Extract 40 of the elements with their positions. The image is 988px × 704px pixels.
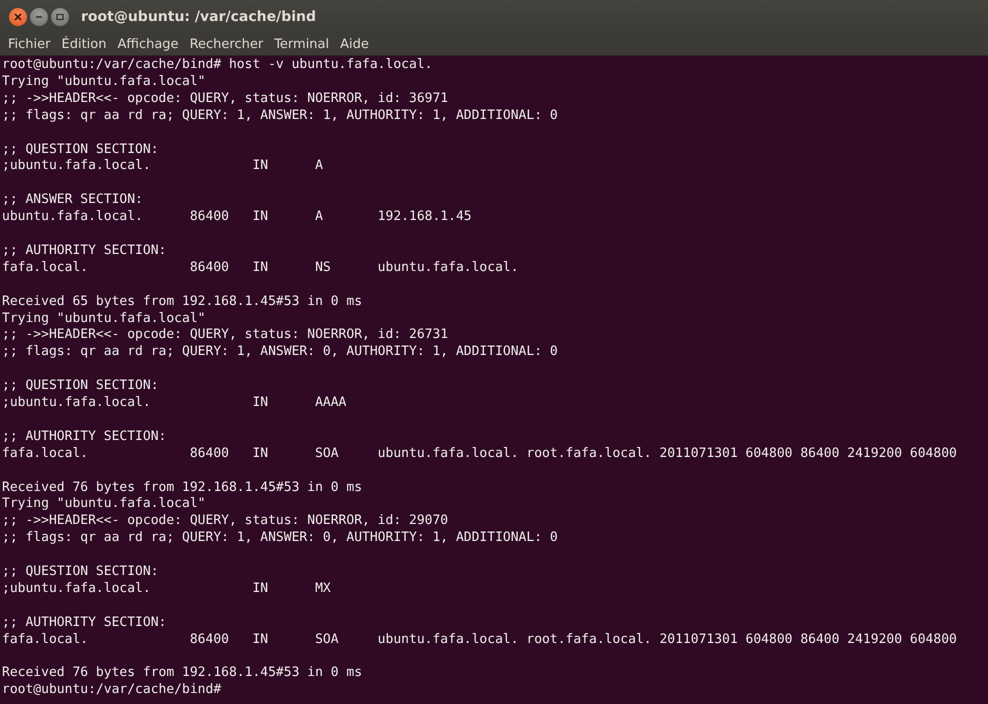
window-title: root@ubuntu: /var/cache/bind xyxy=(81,8,316,24)
terminal-line: Received 76 bytes from 192.168.1.45#53 in 0 ms xyxy=(2,665,362,682)
close-icon xyxy=(14,12,22,20)
menu-item[interactable]: Édition xyxy=(62,36,106,52)
terminal-line: root@ubuntu:/var/cache/bind# xyxy=(2,682,222,700)
terminal-line: ;; QUESTION SECTION: xyxy=(2,378,159,396)
terminal-line: fafa.local. 86400 IN SOA ubuntu.fafa.local. root.fafa.local. 2011071301 604800 86400 2419200 604800 xyxy=(2,446,957,463)
terminal-line: Trying "ubuntu.fafa.local" xyxy=(2,496,206,514)
terminal-line: ;; ANSWER SECTION: xyxy=(2,192,143,210)
terminal-line: ;; QUESTION SECTION: xyxy=(2,142,159,158)
terminal-line: root@ubuntu:/var/cache/bind# host -v ubuntu.fafa.local. xyxy=(2,57,432,74)
terminal-line: Received 76 bytes from 192.168.1.45#53 in 0 ms xyxy=(2,480,362,496)
terminal-line: fafa.local. 86400 IN SOA ubuntu.fafa.local. root.fafa.local. 2011071301 604800 86400 2419200 604800 xyxy=(2,632,957,649)
terminal-line: Received 65 bytes from 192.168.1.45#53 in 0 ms xyxy=(2,294,362,311)
maximize-icon xyxy=(56,12,64,20)
menu-item[interactable]: Aide xyxy=(340,36,369,52)
terminal-line: ;; flags: qr aa rd ra; QUERY: 1, ANSWER: 0, AUTHORITY: 1, ADDITIONAL: 0 xyxy=(2,344,558,362)
terminal-line: ;; flags: qr aa rd ra; QUERY: 1, ANSWER: 1, AUTHORITY: 1, ADDITIONAL: 0 xyxy=(2,108,558,125)
terminal-line: Trying "ubuntu.fafa.local" xyxy=(2,74,206,91)
terminal-line: ;; flags: qr aa rd ra; QUERY: 1, ANSWER: 0, AUTHORITY: 1, ADDITIONAL: 0 xyxy=(2,530,558,548)
terminal-line: ;ubuntu.fafa.local. IN MX xyxy=(2,580,331,598)
close-button[interactable] xyxy=(9,8,27,26)
maximize-button[interactable] xyxy=(51,8,69,26)
menu-item[interactable]: Fichier xyxy=(8,36,50,52)
terminal-line: ;; AUTHORITY SECTION: xyxy=(2,242,166,260)
terminal-line: ;ubuntu.fafa.local. IN A xyxy=(2,158,323,176)
terminal-line: ;; AUTHORITY SECTION: xyxy=(2,428,166,446)
terminal-line: ;; ->>HEADER<<- opcode: QUERY, status: NOERROR, id: 26731 xyxy=(2,327,448,344)
terminal-line: ubuntu.fafa.local. 86400 IN A 192.168.1.45 xyxy=(2,209,472,226)
terminal-line: fafa.local. 86400 IN NS ubuntu.fafa.local. xyxy=(2,260,519,277)
menu-item[interactable]: Rechercher xyxy=(190,36,264,52)
menu-item[interactable]: Terminal xyxy=(274,36,330,52)
terminal-line: Trying "ubuntu.fafa.local" xyxy=(2,310,206,328)
terminal-line: ;; ->>HEADER<<- opcode: QUERY, status: NOERROR, id: 29070 xyxy=(2,513,448,530)
menu-item[interactable]: Affichage xyxy=(117,36,179,52)
terminal-line: ;; ->>HEADER<<- opcode: QUERY, status: NOERROR, id: 36971 xyxy=(2,90,448,108)
minimize-button[interactable] xyxy=(30,8,48,26)
terminal-line: ;; AUTHORITY SECTION: xyxy=(2,614,166,632)
terminal-line: ;; QUESTION SECTION: xyxy=(2,564,159,581)
terminal-line: ;ubuntu.fafa.local. IN AAAA xyxy=(2,395,346,412)
